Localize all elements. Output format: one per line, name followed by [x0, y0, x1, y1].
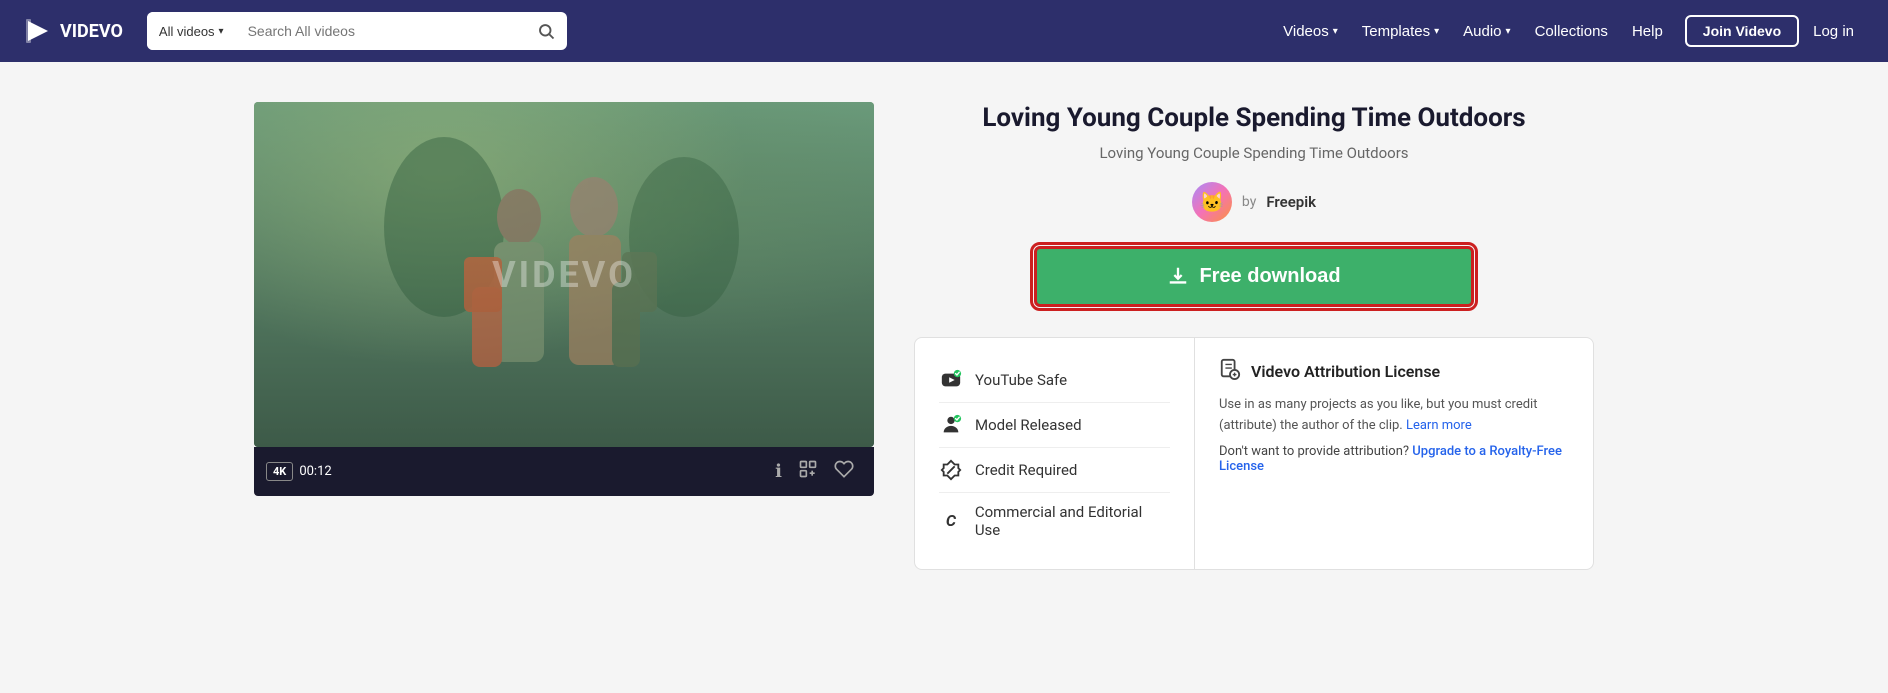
nav-videos-chevron: ▾	[1333, 26, 1338, 37]
credit-required-icon	[939, 458, 963, 482]
commercial-editorial-label: Commercial and Editorial Use	[975, 503, 1170, 539]
nav-templates-chevron: ▾	[1434, 26, 1439, 37]
video-panel: VIDEVO 4K 00:12 ℹ	[254, 102, 874, 496]
nav-videos-label: Videos	[1283, 23, 1329, 40]
free-download-button[interactable]: Free download	[1034, 246, 1474, 307]
license-title-text: Videvo Attribution License	[1251, 362, 1440, 381]
favorite-icon[interactable]	[826, 455, 862, 488]
commercial-editorial-attr: C Commercial and Editorial Use	[939, 493, 1170, 549]
learn-more-link[interactable]: Learn more	[1406, 418, 1472, 433]
credit-required-label: Credit Required	[975, 461, 1077, 479]
search-button[interactable]	[525, 12, 567, 50]
model-released-icon	[939, 413, 963, 437]
add-to-collection-icon[interactable]	[790, 455, 826, 488]
youtube-safe-label: YouTube Safe	[975, 371, 1067, 389]
author-row: 🐱 by Freepik	[914, 182, 1594, 222]
join-videvo-button[interactable]: Join Videvo	[1685, 15, 1799, 47]
video-duration: 00:12	[299, 464, 331, 479]
author-by-label: by	[1242, 194, 1256, 210]
search-category-label: All videos	[159, 24, 215, 39]
license-column: Videvo Attribution License Use in as man…	[1195, 338, 1593, 569]
attributes-license-container: YouTube Safe Model Released	[914, 337, 1594, 570]
main-nav: Videos ▾ Templates ▾ Audio ▾ Collections…	[1273, 15, 1864, 47]
license-description: Use in as many projects as you like, but…	[1219, 395, 1569, 437]
nav-audio[interactable]: Audio ▾	[1453, 17, 1520, 46]
video-subtitle: Loving Young Couple Spending Time Outdoo…	[914, 144, 1594, 162]
nav-templates[interactable]: Templates ▾	[1352, 17, 1449, 46]
author-name: Freepik	[1266, 193, 1316, 211]
search-icon	[537, 22, 555, 40]
search-category-dropdown[interactable]: All videos ▾	[147, 12, 236, 50]
header: VIDEVO All videos ▾ Videos ▾ Templates ▾…	[0, 0, 1888, 62]
logo[interactable]: VIDEVO	[24, 17, 123, 45]
nav-help[interactable]: Help	[1622, 17, 1673, 46]
youtube-safe-icon	[939, 368, 963, 392]
main-content: VIDEVO 4K 00:12 ℹ Loving Young Couple Sp…	[194, 62, 1694, 610]
nav-collections-label: Collections	[1535, 23, 1608, 40]
nav-audio-chevron: ▾	[1506, 26, 1511, 37]
nav-collections[interactable]: Collections	[1525, 17, 1618, 46]
download-btn-label: Free download	[1199, 265, 1340, 288]
heart-svg	[834, 459, 854, 479]
info-panel: Loving Young Couple Spending Time Outdoo…	[874, 102, 1634, 570]
video-thumbnail: VIDEVO	[254, 102, 874, 447]
add-collection-svg	[798, 459, 818, 479]
video-title: Loving Young Couple Spending Time Outdoo…	[914, 102, 1594, 136]
author-avatar: 🐱	[1192, 182, 1232, 222]
videvo-logo-icon	[24, 17, 52, 45]
download-icon	[1167, 265, 1189, 287]
credit-required-attr: Credit Required	[939, 448, 1170, 492]
youtube-safe-attr: YouTube Safe	[939, 358, 1170, 402]
login-button[interactable]: Log in	[1803, 17, 1864, 46]
nav-audio-label: Audio	[1463, 23, 1501, 40]
logo-text: VIDEVO	[60, 21, 123, 42]
license-upgrade-prompt: Don't want to provide attribution? Upgra…	[1219, 444, 1569, 474]
search-bar: All videos ▾	[147, 12, 567, 50]
nav-videos[interactable]: Videos ▾	[1273, 17, 1348, 46]
video-watermark-text: VIDEVO	[492, 254, 636, 296]
license-title-row: Videvo Attribution License	[1219, 358, 1569, 385]
resolution-badge: 4K	[266, 462, 293, 481]
model-released-attr: Model Released	[939, 403, 1170, 447]
dropdown-chevron-icon: ▾	[219, 26, 224, 37]
commercial-icon: C	[939, 509, 963, 533]
video-controls-bar: 4K 00:12 ℹ	[254, 447, 874, 496]
nav-help-label: Help	[1632, 23, 1663, 40]
model-released-label: Model Released	[975, 416, 1082, 434]
license-icon	[1219, 358, 1241, 385]
attributes-column: YouTube Safe Model Released	[915, 338, 1195, 569]
info-icon[interactable]: ℹ	[767, 457, 790, 486]
search-input[interactable]	[236, 12, 525, 50]
nav-templates-label: Templates	[1362, 23, 1430, 40]
